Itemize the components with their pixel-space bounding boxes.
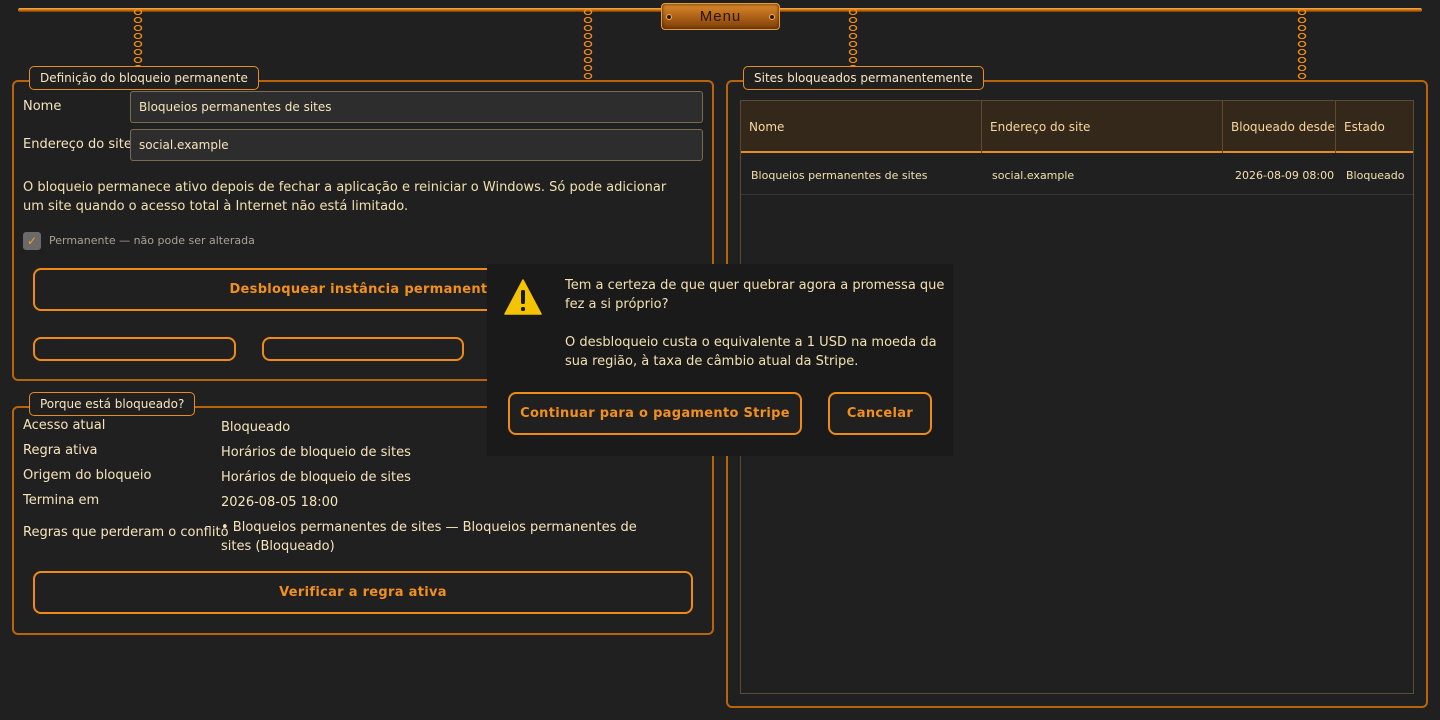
info-key: Regra ativa xyxy=(23,443,98,458)
cell-blocked-since: 2026-08-09 08:00 xyxy=(1235,168,1335,182)
permanent-checkbox[interactable]: ✓ xyxy=(23,232,41,250)
check-icon: ✓ xyxy=(26,234,38,248)
definition-description: O bloqueio permanece ativo depois de fec… xyxy=(23,180,667,214)
rivet-icon xyxy=(666,14,672,20)
menu-button[interactable]: Menu xyxy=(661,3,780,30)
info-value: 2026-08-05 18:00 xyxy=(221,495,339,510)
cell-site-address: social.example xyxy=(992,168,1075,182)
info-value: Horários de bloqueio de sites xyxy=(221,470,411,485)
chain-decoration xyxy=(1295,8,1309,80)
confirm-unlock-dialog: Tem a certeza de que quer quebrar agora … xyxy=(487,264,953,456)
site-address-field[interactable]: social.example xyxy=(130,129,703,161)
table-row[interactable]: Bloqueios permanentes de sites social.ex… xyxy=(741,155,1413,195)
secondary-button-2[interactable] xyxy=(262,337,464,361)
chain-decoration xyxy=(581,8,595,80)
site-address-label: Endereço do site xyxy=(23,137,132,152)
definition-legend: Definição do bloqueio permanente xyxy=(29,66,259,90)
sites-legend: Sites bloqueados permanentemente xyxy=(743,66,984,90)
permanent-checkbox-label: Permanente — não pode ser alterada xyxy=(49,234,255,247)
info-key: Acesso atual xyxy=(23,418,106,433)
table-header: Nome Endereço do site Bloqueado desde Es… xyxy=(741,101,1413,153)
name-label: Nome xyxy=(23,99,62,114)
dialog-message: Tem a certeza de que quer quebrar agora … xyxy=(565,276,945,371)
column-header-site-address[interactable]: Endereço do site xyxy=(982,101,1223,153)
continue-stripe-payment-button[interactable]: Continuar para o pagamento Stripe xyxy=(508,392,802,435)
dialog-cost-note: O desbloqueio custa o equivalente a 1 US… xyxy=(565,335,937,369)
cell-name: Bloqueios permanentes de sites xyxy=(751,168,928,182)
warning-icon xyxy=(504,279,542,315)
menu-button-label: Menu xyxy=(699,8,742,25)
column-header-name[interactable]: Nome xyxy=(741,101,982,153)
name-field[interactable]: Bloqueios permanentes de sites xyxy=(130,91,703,123)
rivet-icon xyxy=(769,14,775,20)
secondary-button-1[interactable] xyxy=(33,337,236,361)
cancel-button[interactable]: Cancelar xyxy=(828,392,932,435)
verify-active-rule-button[interactable]: Verificar a regra ativa xyxy=(33,571,693,614)
cell-status: Bloqueado xyxy=(1346,168,1405,182)
column-header-blocked-since[interactable]: Bloqueado desde xyxy=(1223,101,1336,153)
info-key: Termina em xyxy=(23,493,100,508)
column-header-status[interactable]: Estado xyxy=(1336,101,1413,153)
reason-legend: Porque está bloqueado? xyxy=(29,392,196,416)
dialog-question: Tem a certeza de que quer quebrar agora … xyxy=(565,278,945,312)
info-key: Regras que perderam o conflito xyxy=(23,525,229,540)
info-key: Origem do bloqueio xyxy=(23,468,152,483)
info-value: • Bloqueios permanentes de sites — Bloqu… xyxy=(221,520,637,554)
